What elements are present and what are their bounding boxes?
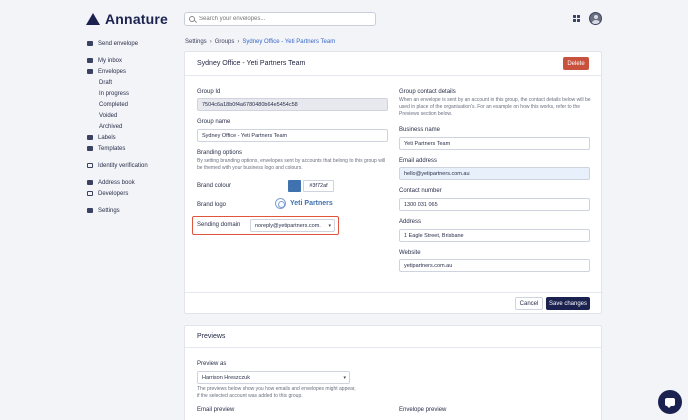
brand-colour-label: Brand colour [197, 183, 232, 189]
sidebar-item-address-book[interactable]: Address book [87, 177, 177, 188]
sidebar-item-identity-verification[interactable]: Identity verification [87, 160, 177, 171]
sidebar-item-envelopes[interactable]: Envelopes [87, 66, 177, 77]
contact-hint: When an envelope is sent by an account i… [399, 97, 591, 117]
gear-icon [87, 208, 93, 213]
contact-number-field[interactable]: 1300 031 065 [399, 198, 590, 211]
group-settings-card: Sydney Office - Yeti Partners Team Delet… [184, 51, 603, 314]
chat-widget[interactable] [658, 390, 682, 414]
contact-number-label: Contact number [399, 188, 442, 194]
sidebar-item-send-envelope[interactable]: Send envelope [87, 38, 177, 49]
preview-as-label: Preview as [197, 361, 227, 367]
sending-domain-select[interactable]: noreply@yetipartners.com. ▾ [250, 219, 335, 232]
website-label: Website [399, 250, 421, 256]
card-header: Sydney Office - Yeti Partners Team Delet… [185, 52, 601, 76]
user-avatar[interactable] [589, 12, 602, 25]
fingerprint-icon [87, 163, 93, 168]
group-id-field: 7504c6a18b0f4a6780480b64e5454c58 [197, 98, 388, 111]
send-icon [87, 41, 93, 46]
breadcrumb: Settings › Groups › Sydney Office - Yeti… [185, 39, 335, 45]
brand-logo-label: Brand logo [197, 202, 227, 208]
sidebar: Send envelope My inbox Envelopes Draft I… [87, 38, 177, 216]
breadcrumb-separator: › [209, 39, 212, 45]
code-icon [87, 191, 93, 196]
breadcrumb-settings[interactable]: Settings [185, 39, 207, 45]
business-name-field[interactable]: Yeti Partners Team [399, 137, 590, 150]
sidebar-item-labels[interactable]: Labels [87, 132, 177, 143]
previews-hint: The previews below show you how emails a… [197, 386, 356, 399]
group-id-label: Group Id [197, 89, 221, 95]
business-name-label: Business name [399, 127, 441, 133]
sidebar-item-completed[interactable]: Completed [87, 99, 177, 110]
address-label: Address [399, 219, 422, 225]
chat-icon [665, 398, 675, 408]
chevron-down-icon: ▾ [343, 375, 346, 381]
breadcrumb-current: Sydney Office - Yeti Partners Team [242, 39, 336, 45]
website-field[interactable]: yetipartners.com.au [399, 259, 590, 272]
search-icon [189, 16, 195, 22]
preview-as-select[interactable]: Harrison Hreszczuk ▾ [197, 371, 350, 384]
envelope-preview-label: Envelope preview [399, 407, 447, 413]
group-name-label: Group name [197, 119, 231, 125]
breadcrumb-groups[interactable]: Groups [215, 39, 235, 45]
divider [185, 292, 603, 293]
sidebar-item-draft[interactable]: Draft [87, 77, 177, 88]
branding-hint: By setting branding options, envelopes s… [197, 158, 386, 171]
previews-title: Previews [185, 326, 601, 348]
sidebar-item-templates[interactable]: Templates [87, 143, 177, 154]
save-changes-button[interactable]: Save changes [546, 297, 590, 310]
branding-title: Branding options [197, 150, 243, 156]
app-name: Annature [105, 11, 169, 27]
sidebar-item-settings[interactable]: Settings [87, 205, 177, 216]
sidebar-item-my-inbox[interactable]: My inbox [87, 55, 177, 66]
email-preview-label: Email preview [197, 407, 235, 413]
brand-colour-swatch[interactable] [288, 180, 301, 192]
sidebar-item-in-progress[interactable]: In progress [87, 88, 177, 99]
inbox-icon [87, 58, 93, 63]
template-icon [87, 146, 93, 151]
top-bar: Annature [0, 0, 688, 36]
sidebar-item-archived[interactable]: Archived [87, 121, 177, 132]
brand-logo-text: Yeti Partners [290, 200, 333, 207]
email-field[interactable]: hello@yetipartners.com.au [399, 167, 590, 180]
delete-button[interactable]: Delete [563, 57, 589, 70]
search-input[interactable] [199, 16, 369, 22]
brand-colour-input[interactable]: #3f72af [303, 180, 334, 192]
search-bar[interactable] [184, 12, 376, 26]
email-label: Email address [399, 158, 438, 164]
sidebar-item-voided[interactable]: Voided [87, 110, 177, 121]
yeti-logo-icon [275, 198, 286, 209]
contact-title: Group contact details [399, 89, 456, 95]
group-name-field[interactable]: Sydney Office - Yeti Partners Team [197, 129, 388, 142]
brand-logo[interactable]: Yeti Partners [275, 198, 333, 209]
sidebar-item-developers[interactable]: Developers [87, 188, 177, 199]
annature-logo[interactable]: Annature [86, 11, 168, 27]
chevron-down-icon: ▾ [328, 223, 331, 229]
sending-domain-label: Sending domain [197, 222, 241, 228]
address-field[interactable]: 1 Eagle Street, Brisbane [399, 229, 590, 242]
page-title: Sydney Office - Yeti Partners Team [197, 60, 306, 67]
breadcrumb-separator: › [237, 39, 240, 45]
cancel-button[interactable]: Cancel [515, 297, 543, 310]
logo-icon [86, 13, 100, 25]
apps-grid-icon[interactable] [573, 15, 580, 22]
addressbook-icon [87, 180, 93, 185]
envelope-icon [87, 69, 93, 74]
tag-icon [87, 135, 93, 140]
